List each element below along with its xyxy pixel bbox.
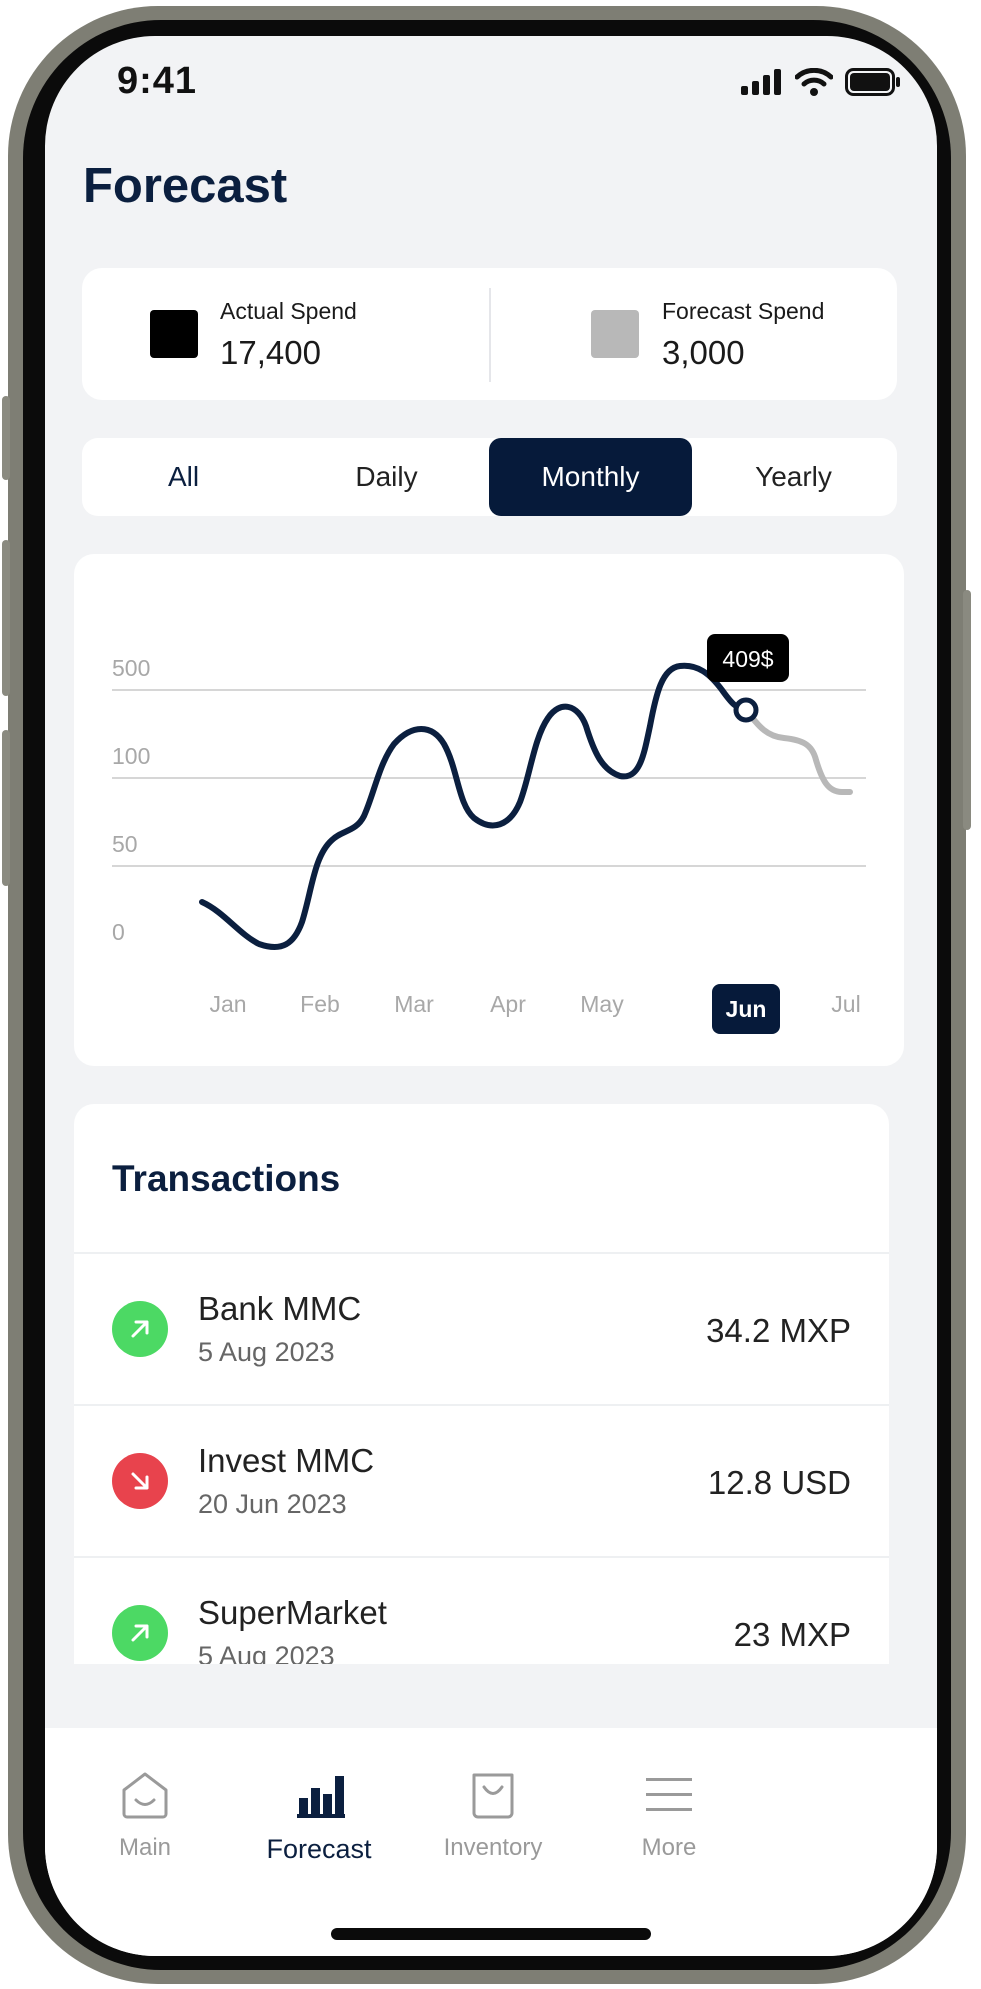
battery-icon [845, 68, 900, 96]
bar-chart-icon [297, 1776, 345, 1818]
transaction-row[interactable]: Invest MMC 20 Jun 2023 12.8 USD [74, 1404, 889, 1556]
summary-divider [489, 288, 491, 382]
transaction-name: Bank MMC [198, 1290, 362, 1327]
y-tick-label: 50 [112, 831, 138, 857]
y-tick-label: 500 [112, 655, 150, 681]
screen: 9:41 Forecast Actual Spend 17,400 Foreca… [45, 36, 937, 1956]
nav-main[interactable]: Main [45, 1770, 245, 1862]
x-tick-label-selected[interactable]: Jun [726, 996, 767, 1022]
status-icons [741, 68, 901, 96]
forecast-chart: 500 100 50 0 409$ Jan Feb Mar Apr May Ju… [112, 634, 866, 1034]
transaction-date: 5 Aug 2023 [198, 1641, 335, 1664]
nav-more[interactable]: More [569, 1770, 769, 1862]
wifi-icon [795, 68, 833, 96]
actual-series-line [199, 662, 749, 951]
tab-monthly[interactable]: Monthly [489, 438, 692, 516]
home-indicator[interactable] [331, 1928, 651, 1940]
signal-icon [741, 69, 781, 95]
spend-summary-card: Actual Spend 17,400 Forecast Spend 3,000 [82, 268, 897, 400]
forecast-series-line [743, 707, 853, 795]
home-icon [122, 1772, 168, 1819]
tab-yearly[interactable]: Yearly [692, 438, 895, 516]
side-button-volume-down [2, 730, 10, 886]
actual-spend-swatch [150, 310, 198, 358]
page-title: Forecast [83, 159, 288, 213]
bag-icon [472, 1773, 514, 1819]
actual-spend-label: Actual Spend [220, 298, 357, 324]
x-tick-label: Feb [300, 991, 340, 1017]
actual-spend: Actual Spend 17,400 [82, 268, 482, 400]
forecast-spend-label: Forecast Spend [662, 298, 825, 324]
transaction-amount: 12.8 USD [707, 1464, 851, 1501]
side-button-mute [2, 396, 10, 480]
arrow-up-right-icon [112, 1605, 168, 1661]
nav-forecast[interactable]: Forecast [219, 1770, 419, 1865]
forecast-spend-swatch [591, 310, 639, 358]
chart-tooltip: 409$ [722, 646, 773, 672]
nav-inventory-label: Inventory [443, 1834, 543, 1861]
status-time: 9:41 [117, 60, 198, 102]
bottom-nav: Main Forecast Inventory More [45, 1728, 937, 1956]
forecast-spend-value: 3,000 [662, 334, 745, 371]
nav-more-label: More [641, 1834, 697, 1861]
transaction-amount: 34.2 MXP [706, 1312, 851, 1349]
arrow-down-right-icon [112, 1453, 168, 1509]
actual-spend-value: 17,400 [220, 334, 321, 371]
tab-all[interactable]: All [82, 438, 285, 516]
x-tick-label: Jan [209, 991, 246, 1017]
transactions-title: Transactions [112, 1158, 341, 1199]
y-tick-label: 0 [112, 919, 125, 945]
transaction-name: SuperMarket [198, 1594, 387, 1631]
transaction-row[interactable]: Bank MMC 5 Aug 2023 34.2 MXP [74, 1252, 889, 1404]
side-button-power [963, 590, 971, 830]
transactions-card: Transactions Bank MMC 5 Aug 2023 34.2 MX… [74, 1104, 889, 1664]
forecast-spend: Forecast Spend 3,000 [492, 268, 897, 400]
menu-icon [646, 1778, 692, 1811]
x-tick-label: Apr [490, 991, 526, 1017]
nav-main-label: Main [118, 1834, 172, 1861]
selected-point-marker[interactable] [733, 697, 759, 723]
y-tick-label: 100 [112, 743, 150, 769]
transaction-amount: 23 MXP [733, 1616, 851, 1653]
transaction-name: Invest MMC [198, 1442, 375, 1479]
x-tick-label: Mar [394, 991, 434, 1017]
transaction-date: 20 Jun 2023 [198, 1489, 347, 1519]
tab-daily[interactable]: Daily [285, 438, 488, 516]
nav-forecast-label: Forecast [266, 1834, 372, 1864]
arrow-up-right-icon [112, 1301, 168, 1357]
period-tabs: All Daily Monthly Yearly [82, 438, 897, 516]
transaction-row[interactable]: SuperMarket 5 Aug 2023 23 MXP [74, 1556, 889, 1664]
forecast-chart-card: 500 100 50 0 409$ Jan Feb Mar Apr May Ju… [74, 554, 904, 1066]
nav-inventory[interactable]: Inventory [393, 1770, 593, 1862]
x-tick-label: May [580, 991, 624, 1017]
x-tick-label: Jul [831, 991, 860, 1017]
side-button-volume-up [2, 540, 10, 696]
transaction-date: 5 Aug 2023 [198, 1337, 335, 1367]
